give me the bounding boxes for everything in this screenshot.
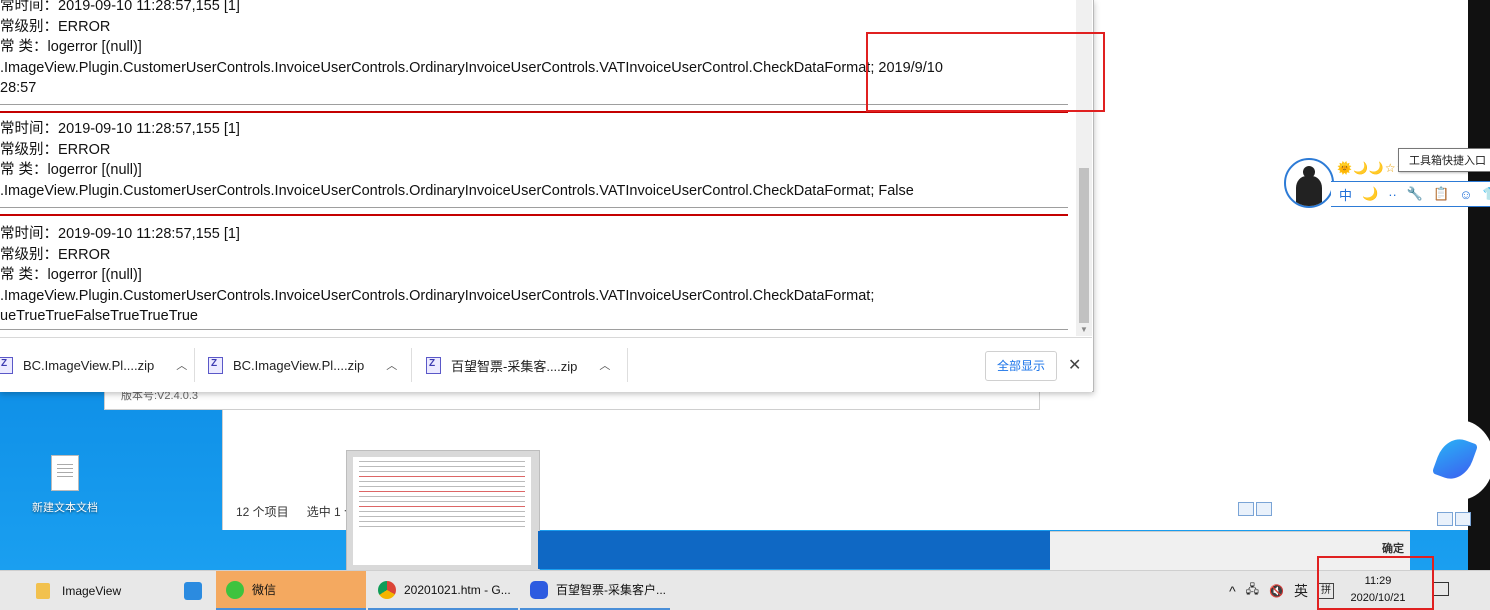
taskbar: ImageView 微信 20201021.htm - G... 百望智票-采集… — [0, 570, 1490, 610]
taskbar-label: 微信 — [252, 583, 277, 597]
highlight-box-date — [866, 32, 1105, 112]
divider — [0, 329, 1068, 330]
log-message: .ImageView.Plugin.CustomerUserControls.I… — [0, 287, 875, 304]
item-count: 12 个项目 — [236, 505, 289, 519]
confirm-label[interactable]: 确定 — [1382, 540, 1404, 556]
folder-icon — [36, 582, 50, 599]
taskbar-item-baiwang[interactable]: 百望智票-采集客户... — [520, 571, 670, 610]
scroll-down-arrow-icon[interactable]: ▼ — [1080, 325, 1088, 334]
divider — [0, 207, 1068, 208]
download-bar: BC.ImageView.Pl....zip ︿ BC.ImageView.Pl… — [0, 337, 1092, 392]
download-item[interactable]: BC.ImageView.Pl....zip ︿ — [208, 350, 397, 380]
wechat-icon — [226, 580, 244, 599]
shirt-icon[interactable]: 👕 — [1483, 186, 1490, 202]
log-class: 常 类：logerror [(null)] — [0, 267, 142, 283]
chevron-up-icon[interactable]: ︿ — [176, 357, 187, 373]
window-strip — [538, 531, 1050, 569]
large-icons-view-icon[interactable] — [1256, 502, 1272, 516]
text-document-icon — [51, 455, 79, 491]
large-icons-view-icon[interactable] — [1455, 512, 1471, 526]
taskbar-thumbnail-preview[interactable] — [346, 450, 540, 572]
download-filename: 百望智票-采集客....zip — [451, 358, 578, 374]
notification-icon[interactable] — [1433, 582, 1449, 596]
qq-toolbar: 中 🌙 ·· 🔧 📋 ☺ 👕 — [1331, 181, 1490, 207]
log-entry: 常时间：2019-09-10 11:28:57,155 [1] 常级别：ERRO… — [0, 224, 1070, 327]
clipboard-icon[interactable]: 📋 — [1433, 186, 1449, 202]
zip-file-icon — [0, 356, 13, 374]
chevron-up-icon[interactable]: ︿ — [386, 357, 397, 373]
download-item[interactable]: BC.ImageView.Pl....zip ︿ — [0, 350, 187, 380]
network-icon[interactable]: 🖧 — [1246, 580, 1259, 601]
download-item[interactable]: 百望智票-采集客....zip ︿ — [426, 350, 610, 380]
log-time: 常时间：2019-09-10 11:28:57,155 [1] — [0, 226, 240, 242]
taskbar-item-chrome[interactable]: 20201021.htm - G... — [368, 571, 518, 610]
chrome-icon — [378, 580, 396, 599]
entry-separator — [0, 214, 1068, 216]
zip-file-icon — [208, 356, 223, 374]
ime-chinese-icon[interactable]: 中 — [1339, 185, 1352, 204]
feishu-bird-icon[interactable] — [1424, 420, 1490, 500]
thumbnail-content — [353, 457, 531, 565]
taskbar-item-app[interactable] — [178, 571, 214, 610]
download-filename: BC.ImageView.Pl....zip — [23, 357, 155, 373]
zip-file-icon — [426, 356, 441, 374]
wrench-icon[interactable]: 🔧 — [1407, 186, 1423, 202]
desktop-icon-text-file[interactable]: 新建文本文档 — [30, 455, 100, 515]
taskbar-label: 20201021.htm - G... — [404, 582, 511, 597]
details-view-icon[interactable] — [1437, 512, 1453, 526]
log-class: 常 类：logerror [(null)] — [0, 162, 142, 178]
log-time: 常时间：2019-09-10 11:28:57,155 [1] — [0, 121, 240, 137]
app-icon — [184, 581, 202, 600]
highlight-box-clock — [1317, 556, 1434, 610]
view-toggle-secondary — [1437, 512, 1471, 526]
log-level: 常级别：ERROR — [0, 141, 111, 158]
details-view-icon[interactable] — [1238, 502, 1254, 516]
moon-icon[interactable]: 🌙 — [1362, 186, 1378, 202]
separator — [194, 348, 195, 382]
smile-icon[interactable]: ☺ — [1459, 187, 1472, 202]
show-all-button[interactable]: 全部显示 — [985, 351, 1057, 381]
explorer-status-bar: 12 个项目 选中 1 个 — [236, 503, 356, 520]
taskbar-label: 百望智票-采集客户... — [556, 583, 666, 597]
log-level: 常级别：ERROR — [0, 246, 111, 263]
chevron-up-icon[interactable]: ︿ — [599, 357, 610, 373]
toolbox-tooltip: 工具箱快捷入口 — [1398, 148, 1490, 172]
separator — [411, 348, 412, 382]
dots-icon[interactable]: ·· — [1388, 187, 1397, 202]
log-message-cont: ueTrueTrueFalseTrueTrueTrue — [0, 308, 198, 324]
separator — [627, 348, 628, 382]
log-time: 常时间：2019-09-10 11:28:57,155 [1] — [0, 0, 240, 14]
scrollbar-thumb[interactable] — [1079, 168, 1089, 323]
log-message: .ImageView.Plugin.CustomerUserControls.I… — [0, 182, 914, 199]
input-language[interactable]: 英 — [1294, 581, 1308, 601]
baiwang-app-icon — [530, 580, 548, 599]
volume-muted-icon[interactable]: 🔇 — [1269, 584, 1284, 598]
desktop-icon-label: 新建文本文档 — [32, 502, 98, 514]
taskbar-label: ImageView — [62, 583, 122, 598]
chevron-up-icon[interactable]: ^ — [1229, 583, 1236, 599]
qq-avatar[interactable] — [1284, 158, 1334, 208]
close-icon[interactable]: ✕ — [1068, 355, 1081, 375]
view-toggle — [1238, 502, 1272, 516]
download-filename: BC.ImageView.Pl....zip — [233, 357, 365, 373]
log-entry: 常时间：2019-09-10 11:28:57,155 [1] 常级别：ERRO… — [0, 119, 1070, 201]
taskbar-item-imageview[interactable]: ImageView — [0, 571, 178, 610]
taskbar-item-wechat[interactable]: 微信 — [216, 571, 366, 610]
